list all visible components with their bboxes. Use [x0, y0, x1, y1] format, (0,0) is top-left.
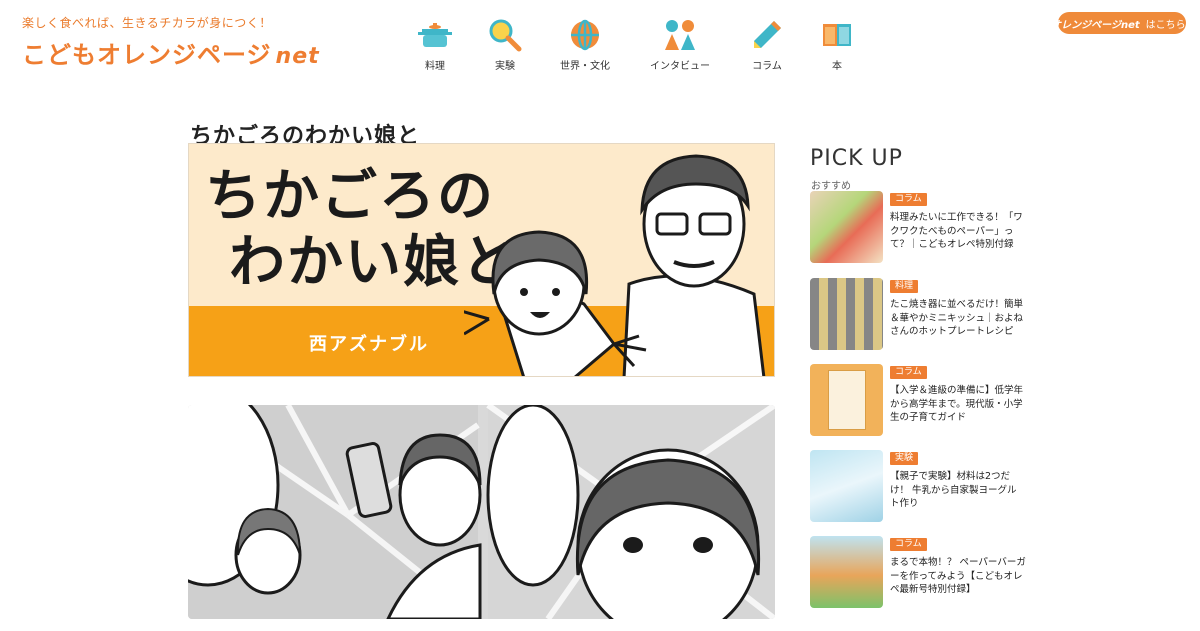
nav-item-interview[interactable]: インタビュー [635, 18, 725, 72]
pickup-item-title: 【入学＆進級の準備に】低学年から高学年まで。現代版・小学生の子育てガイド [890, 385, 1024, 423]
pickup-subtitle: おすすめ [811, 181, 851, 192]
banner-author: 西アズナブル [309, 334, 429, 355]
category-badge: コラム [890, 193, 927, 206]
pickup-item[interactable]: コラム 【入学＆進級の準備に】低学年から高学年まで。現代版・小学生の子育てガイド [810, 364, 1030, 438]
pickup-item-title: まるで本物！？ ペーパーバーガーを作ってみよう【こどもオレペ最新号特別付録】 [890, 557, 1026, 595]
article-banner[interactable]: ちかごろの わかい娘と 西アズナブル [188, 143, 775, 377]
logo-tagline: 楽しく食べれば、生きるチカラが身につく！ [22, 16, 272, 30]
pickup-item-title: 【親子で実験】材料は2つだけ！ 牛乳から自家製ヨーグルト作り [890, 471, 1017, 509]
nav-label: 実験 [495, 61, 515, 72]
main-nav: 料理 実験 世界・文化 インタビュー コラム 本 [400, 18, 870, 73]
pickup-item[interactable]: コラム 料理みたいに工作できる！「ワクワクたべものペーパー」って？｜こどもオレペ… [810, 191, 1030, 265]
pickup-title: PICK UP [810, 146, 903, 171]
logo-wordmark: こどもオレンジページ net [22, 35, 319, 70]
category-badge: 実験 [890, 452, 919, 465]
orangepage-net-link[interactable]: オレンジページnet はこちら › [1051, 12, 1193, 34]
nav-label: 本 [832, 61, 842, 72]
category-badge: コラム [890, 366, 927, 379]
nav-label: インタビュー [650, 61, 710, 72]
nav-item-experiment[interactable]: 実験 [460, 18, 550, 72]
nav-label: 世界・文化 [560, 61, 610, 72]
logo-suffix: net [275, 44, 320, 69]
pickup-item[interactable]: 料理 たこ焼き器に並べるだけ！簡単＆華やかミニキッシュ｜およねさんのホットプレー… [810, 278, 1030, 352]
people-icon [665, 20, 695, 50]
nav-item-books[interactable]: 本 [792, 18, 882, 72]
pickup-thumbnail [810, 536, 883, 608]
pickup-item[interactable]: コラム まるで本物！？ ペーパーバーガーを作ってみよう【こどもオレペ最新号特別付… [810, 536, 1030, 610]
banner-illustration [464, 154, 766, 376]
category-badge: 料理 [890, 280, 919, 293]
pot-icon [418, 23, 452, 47]
pickup-thumbnail [810, 278, 883, 350]
pickup-item-title: 料理みたいに工作できる！「ワクワクたべものペーパー」って？｜こどもオレペ特別付録 [890, 212, 1023, 250]
comic-illustration [188, 405, 775, 619]
pickup-thumbnail [810, 450, 883, 522]
comic-panel[interactable] [188, 405, 775, 619]
globe-icon [571, 19, 599, 51]
pickup-thumbnail [810, 191, 883, 263]
site-logo[interactable]: 楽しく食べれば、生きるチカラが身につく！ こどもオレンジページ net [22, 14, 319, 74]
ext-link-brand: オレンジページnet [1051, 19, 1140, 31]
nav-item-world-culture[interactable]: 世界・文化 [540, 18, 630, 72]
pickup-thumbnail [810, 364, 883, 436]
pickup-item-title: たこ焼き器に並べるだけ！簡単＆華やかミニキッシュ｜およねさんのホットプレートレシ… [890, 299, 1024, 337]
category-badge: コラム [890, 538, 927, 551]
magnifier-icon [489, 19, 522, 52]
logo-main-text: こどもオレンジページ [22, 41, 272, 69]
pickup-item[interactable]: 実験 【親子で実験】材料は2つだけ！ 牛乳から自家製ヨーグルト作り [810, 450, 1030, 524]
book-icon [823, 24, 851, 46]
ext-link-suffix: はこちら › [1145, 19, 1193, 31]
pencil-icon [754, 21, 781, 48]
